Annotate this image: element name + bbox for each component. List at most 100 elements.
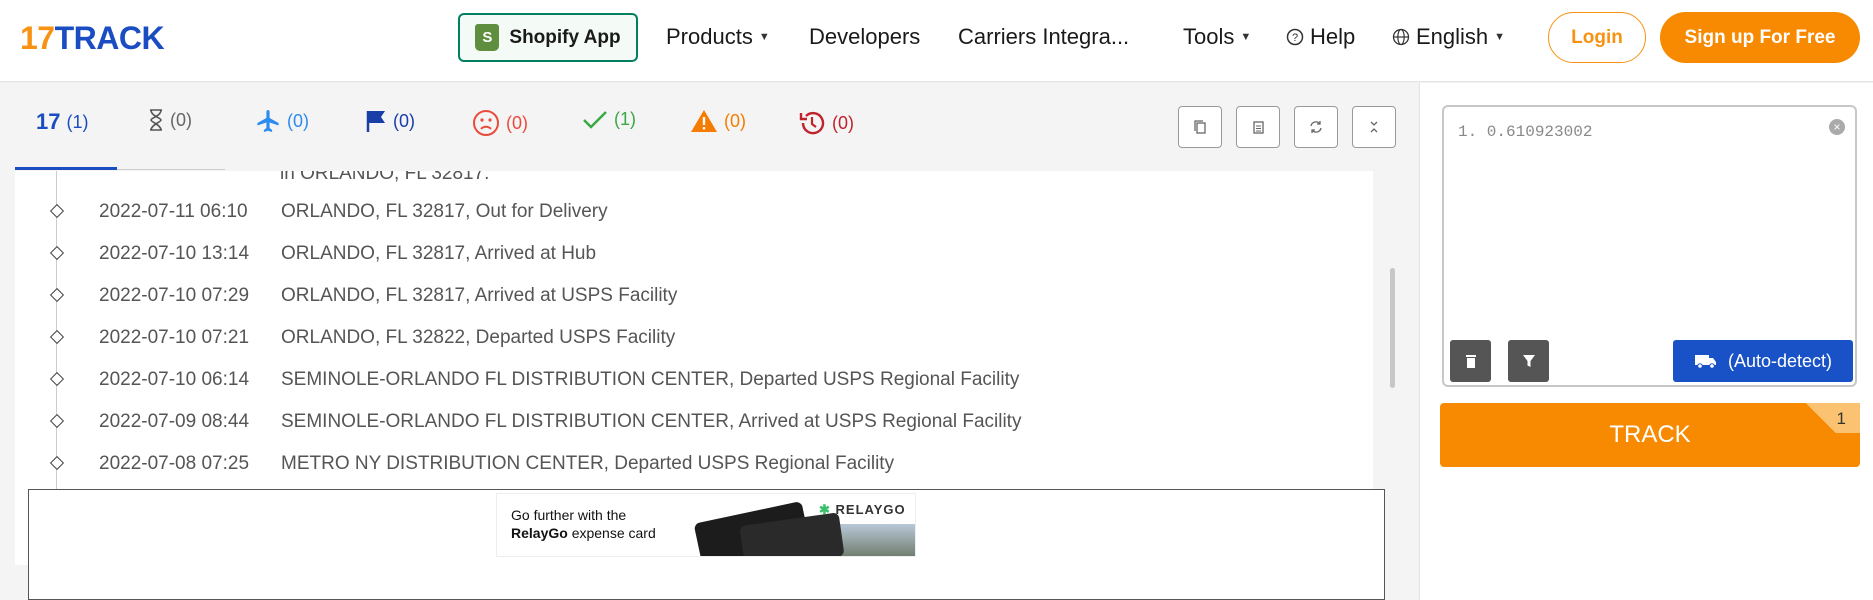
event-description: ORLANDO, FL 32817, Arrived at Hub [281,243,597,264]
nav-help-label: Help [1310,24,1356,49]
tab-count: (0) [393,110,415,131]
tab-divider [117,169,225,170]
caret-down-icon: ▼ [1494,31,1506,43]
nav-developers[interactable]: Developers [809,24,920,50]
copy-list-icon [1253,121,1264,134]
filter-icon [1522,355,1535,367]
ad-text: Go further with the RelayGo expense card [511,506,656,542]
tab-delivered[interactable]: (1) [582,109,636,130]
diamond-icon [49,203,65,219]
event-cut-text: in ORLANDO, FL 32817. [280,171,490,184]
auto-detect-label: (Auto-detect) [1727,350,1833,371]
diamond-icon [49,371,65,387]
tab-count: (1) [614,109,636,129]
site-logo[interactable]: 17TRACK [20,20,165,57]
nav-tools-label: Tools [1183,24,1235,49]
event-time: 2022-07-10 07:29 [99,285,250,306]
language-label: English [1416,24,1489,49]
filter-button[interactable] [1508,340,1549,382]
carrier-auto-detect-button[interactable]: (Auto-detect) [1673,340,1853,382]
hourglass-icon [150,109,162,131]
ad-brand-text: RELAYGO [835,502,906,517]
event-description: ORLANDO, FL 32822, Departed USPS Facilit… [281,327,676,348]
track-button[interactable]: TRACK 1 [1440,403,1860,467]
tab-not-found[interactable]: (0) [148,109,192,131]
tab-all[interactable]: 17 (1) [36,109,88,135]
nav-developers-label: Developers [809,24,921,49]
list-item: 2022-07-09 08:44 SEMINOLE-ORLANDO FL DIS… [15,403,1373,445]
event-time: 2022-07-10 13:14 [99,243,250,264]
tab-alert[interactable]: (0) [690,109,746,133]
event-description: SEMINOLE-ORLANDO FL DISTRIBUTION CENTER,… [281,369,1020,390]
all-icon: 17 [36,109,61,134]
copy-button[interactable] [1178,106,1222,148]
event-description: SEMINOLE-ORLANDO FL DISTRIBUTION CENTER,… [281,411,1022,432]
active-tab-indicator [15,167,117,170]
list-item: 2022-07-08 07:25 METRO NY DISTRIBUTION C… [15,445,1373,487]
tab-pickup[interactable]: (0) [365,109,415,133]
event-description: METRO NY DISTRIBUTION CENTER, Departed U… [281,453,895,474]
refresh-button[interactable] [1294,106,1338,148]
tracking-number-input[interactable]: 1. 0.610923002 × (Auto-detect) [1442,105,1857,387]
event-time: 2022-07-08 07:25 [99,453,250,474]
tracking-number-value: 1. 0.610923002 [1458,123,1593,141]
globe-icon [1392,28,1410,46]
copy-icon [1194,120,1206,134]
warning-icon [691,110,717,132]
collapse-icon [1370,121,1378,133]
clear-icon[interactable]: × [1829,119,1845,135]
list-item: 2022-07-11 06:10 ORLANDO, FL 32817, Out … [15,193,1373,235]
tab-count: (0) [287,110,309,131]
flag-icon [366,111,385,132]
shopify-app-button[interactable]: S Shopify App [458,13,638,62]
caret-down-icon: ▼ [1240,31,1252,43]
ad-brand-inline: RelayGo [511,525,568,541]
nav-help[interactable]: ? Help [1286,24,1355,50]
login-button[interactable]: Login [1548,12,1646,63]
copy-all-button[interactable] [1236,106,1280,148]
tab-count: (0) [724,110,746,131]
tab-expired[interactable]: (0) [798,109,854,137]
ad-line-2: expense card [567,525,656,541]
tab-undelivered[interactable]: (0) [472,109,528,137]
diamond-icon [49,287,65,303]
nav-carriers-label: Carriers Integra... [958,24,1130,49]
help-icon: ? [1286,28,1304,46]
nav-carriers[interactable]: Carriers Integra... [958,24,1129,50]
tab-count: (0) [170,109,192,130]
list-item: 2022-07-10 06:14 SEMINOLE-ORLANDO FL DIS… [15,361,1373,403]
history-icon [799,111,825,135]
nav-products[interactable]: Products ▼ [666,24,770,50]
collapse-button[interactable] [1352,106,1396,148]
tab-count: (0) [832,112,854,133]
track-button-label: TRACK [1609,421,1691,448]
delete-button[interactable] [1450,340,1491,382]
language-selector[interactable]: English ▼ [1392,24,1505,50]
nav-tools[interactable]: Tools ▼ [1183,24,1251,50]
list-item: 2022-07-10 13:14 ORLANDO, FL 32817, Arri… [15,235,1373,277]
ad-line-1: Go further with the [511,507,627,523]
events-scrollbar[interactable] [1390,268,1395,388]
sad-face-icon [473,110,499,136]
caret-down-icon: ▼ [758,31,770,43]
diamond-icon [49,455,65,471]
event-time: 2022-07-10 07:21 [99,327,250,348]
diamond-icon [49,413,65,429]
event-description: ORLANDO, FL 32817, Arrived at USPS Facil… [281,285,678,306]
shopify-bag-icon: S [475,24,500,51]
top-header: 17TRACK S Shopify App Products ▼ Develop… [0,0,1873,82]
event-description: ORLANDO, FL 32817, Out for Delivery [281,201,608,222]
check-icon [583,110,607,129]
list-item: 2022-07-10 07:29 ORLANDO, FL 32817, Arri… [15,277,1373,319]
nav-products-label: Products [666,24,753,49]
event-time: 2022-07-10 06:14 [99,369,250,390]
airplane-icon [257,110,279,132]
tracking-sidebar: 1. 0.610923002 × (Auto-detect) TRACK 1 [1419,83,1873,600]
track-count: 1 [1836,409,1846,428]
relaygo-ad[interactable]: Go further with the RelayGo expense card… [496,493,916,557]
ad-brand-logo: ✱ RELAYGO [819,502,906,517]
truck-icon [1694,355,1716,369]
diamond-icon [49,245,65,261]
tab-in-transit[interactable]: (0) [255,109,309,133]
signup-button[interactable]: Sign up For Free [1660,12,1860,63]
